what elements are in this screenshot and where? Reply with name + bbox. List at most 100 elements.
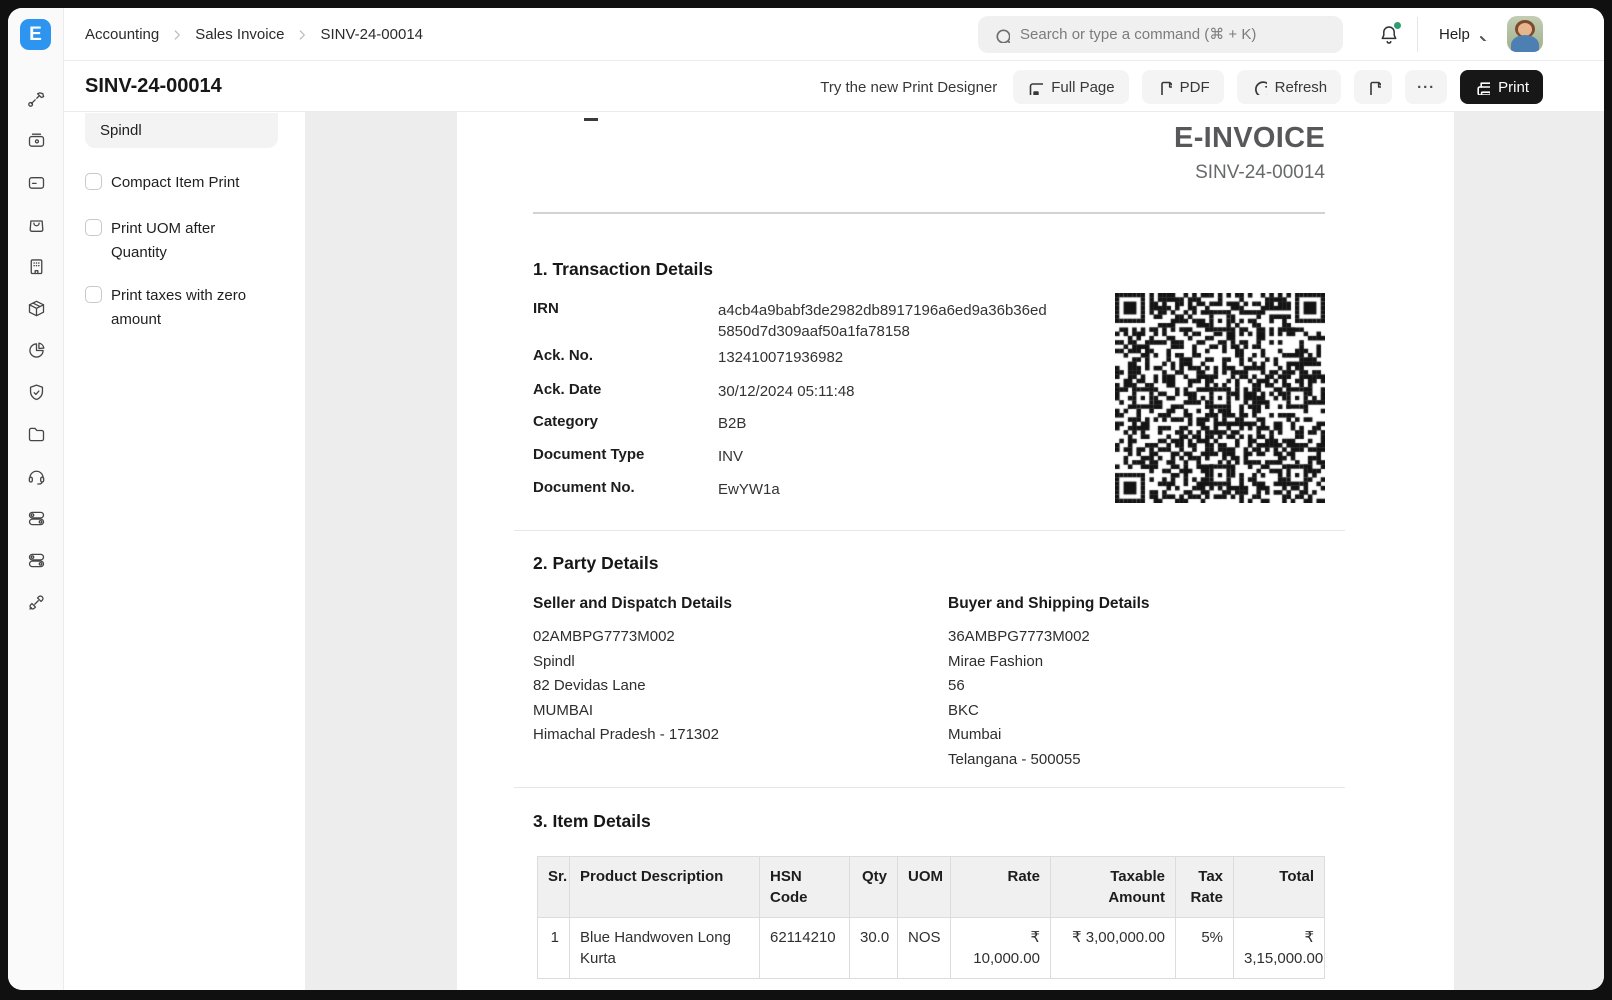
breadcrumb-item[interactable]: Accounting bbox=[85, 26, 159, 43]
seller-address: 02AMBPG7773M002Spindl82 Devidas LaneMUMB… bbox=[533, 625, 893, 748]
card-icon[interactable] bbox=[26, 172, 47, 193]
print-settings-panel: Spindl Compact Item Print Print UOM after… bbox=[64, 112, 305, 990]
search-icon bbox=[993, 26, 1010, 43]
buyer-heading: Buyer and Shipping Details bbox=[948, 595, 1308, 613]
checkbox-label: Print UOM after Quantity bbox=[111, 217, 273, 264]
notifications-button[interactable] bbox=[1377, 23, 1401, 47]
field-label: Document Type bbox=[533, 446, 718, 463]
print-format-select[interactable]: Spindl bbox=[85, 113, 278, 148]
more-options-button[interactable]: ··· bbox=[1405, 70, 1447, 104]
printer-icon bbox=[1474, 79, 1490, 95]
refresh-label: Refresh bbox=[1275, 79, 1328, 96]
user-avatar[interactable] bbox=[1507, 16, 1543, 52]
checkbox[interactable] bbox=[85, 219, 102, 236]
chevron-down-icon bbox=[1475, 28, 1488, 41]
address-line: Spindl bbox=[533, 650, 893, 675]
pie-chart-icon[interactable] bbox=[26, 340, 47, 361]
pdf-label: PDF bbox=[1180, 79, 1210, 96]
print-button[interactable]: Print bbox=[1460, 70, 1543, 104]
cash-register-icon[interactable] bbox=[26, 130, 47, 151]
field-label: Category bbox=[533, 413, 718, 430]
column-header: HSN Code bbox=[760, 857, 850, 918]
shopping-bag-icon[interactable] bbox=[26, 214, 47, 235]
page-actions: Try the new Print Designer Full Page PDF… bbox=[820, 70, 1543, 104]
einvoice-title: E-INVOICE bbox=[1174, 122, 1325, 155]
item-cell: NOS bbox=[898, 918, 951, 979]
checkbox-row: Compact Item Print bbox=[85, 171, 273, 195]
item-cell: ₹ 10,000.00 bbox=[951, 918, 1051, 979]
item-cell: ₹ 3,00,000.00 bbox=[1051, 918, 1176, 979]
field-value: 132410071936982 bbox=[718, 347, 1053, 368]
print-format-value: Spindl bbox=[100, 122, 142, 139]
refresh-button[interactable]: Refresh bbox=[1237, 70, 1342, 104]
checkbox[interactable] bbox=[85, 173, 102, 190]
help-menu[interactable]: Help bbox=[1439, 8, 1488, 61]
headset-icon[interactable] bbox=[26, 466, 47, 487]
seller-heading: Seller and Dispatch Details bbox=[533, 595, 893, 613]
address-line: BKC bbox=[948, 699, 1308, 724]
field-value: INV bbox=[718, 446, 1053, 467]
checkbox-label: Compact Item Print bbox=[111, 171, 273, 195]
letterhead-button[interactable] bbox=[1354, 70, 1392, 104]
column-header: Taxable Amount bbox=[1051, 857, 1176, 918]
address-line: Mumbai bbox=[948, 723, 1308, 748]
column-header: Product Description bbox=[570, 857, 760, 918]
field-value: 30/12/2024 05:11:48 bbox=[718, 381, 1053, 402]
field-value: EwYW1a bbox=[718, 479, 1053, 500]
checkbox-row: Print UOM after Quantity bbox=[85, 217, 273, 264]
search-input[interactable] bbox=[1020, 26, 1320, 43]
print-designer-link[interactable]: Try the new Print Designer bbox=[820, 79, 997, 96]
building-icon[interactable] bbox=[26, 256, 47, 277]
field-label: IRN bbox=[533, 300, 718, 317]
tools-icon[interactable] bbox=[26, 88, 47, 109]
rail-icons bbox=[8, 88, 64, 613]
print-label: Print bbox=[1498, 79, 1529, 96]
full-page-button[interactable]: Full Page bbox=[1013, 70, 1128, 104]
page-header: SINV-24-00014 Try the new Print Designer… bbox=[64, 61, 1604, 112]
avatar-body bbox=[1511, 35, 1539, 52]
item-cell: 62114210 bbox=[760, 918, 850, 979]
item-cell: Blue Handwoven Long Kurta bbox=[570, 918, 760, 979]
breadcrumb-item[interactable]: Sales Invoice bbox=[195, 26, 284, 43]
chevron-right-icon bbox=[170, 28, 184, 42]
section-divider bbox=[514, 530, 1345, 531]
field-value: B2B bbox=[718, 413, 1053, 434]
field-value: a4cb4a9babf3de2982db8917196a6ed9a36b36ed… bbox=[718, 300, 1053, 342]
erpnext-logo[interactable]: E bbox=[20, 19, 51, 50]
einvoice-qr-code bbox=[1115, 293, 1325, 503]
app-window: E Accounting Sales Invoice SINV-24-00014 H… bbox=[8, 8, 1604, 990]
folder-icon[interactable] bbox=[26, 424, 47, 445]
plug-icon[interactable] bbox=[26, 592, 47, 613]
toggles-alt-icon[interactable] bbox=[26, 550, 47, 571]
seller-details: Seller and Dispatch Details 02AMBPG7773M… bbox=[533, 595, 893, 748]
breadcrumb-item[interactable]: SINV-24-00014 bbox=[320, 26, 423, 43]
package-icon[interactable] bbox=[26, 298, 47, 319]
pdf-button[interactable]: PDF bbox=[1142, 70, 1224, 104]
items-table: Sr.Product DescriptionHSN CodeQtyUOMRate… bbox=[537, 856, 1325, 979]
notification-dot bbox=[1394, 22, 1401, 29]
item-row: 1Blue Handwoven Long Kurta6211421030.0NO… bbox=[538, 918, 1325, 979]
file-icon bbox=[1365, 79, 1381, 95]
field-label: Document No. bbox=[533, 479, 718, 496]
help-label: Help bbox=[1439, 26, 1470, 43]
column-header: UOM bbox=[898, 857, 951, 918]
letterhead-fragment bbox=[584, 118, 598, 121]
print-preview-area[interactable]: E-INVOICE SINV-24-00014 1. Transaction D… bbox=[305, 112, 1604, 990]
checkbox-row: Print taxes with zero amount bbox=[85, 284, 273, 331]
breadcrumb: Accounting Sales Invoice SINV-24-00014 bbox=[85, 8, 423, 61]
field-label: Ack. Date bbox=[533, 381, 718, 398]
column-header: Tax Rate bbox=[1176, 857, 1234, 918]
toggles-icon[interactable] bbox=[26, 508, 47, 529]
full-page-label: Full Page bbox=[1051, 79, 1114, 96]
invoice-paper: E-INVOICE SINV-24-00014 1. Transaction D… bbox=[457, 112, 1454, 990]
item-cell: 5% bbox=[1176, 918, 1234, 979]
file-icon bbox=[1156, 79, 1172, 95]
item-cell: 1 bbox=[538, 918, 570, 979]
shield-check-icon[interactable] bbox=[26, 382, 47, 403]
transaction-heading: 1. Transaction Details bbox=[533, 259, 713, 280]
header-rule bbox=[533, 212, 1325, 214]
checkbox[interactable] bbox=[85, 286, 102, 303]
search-bar[interactable] bbox=[978, 16, 1343, 53]
address-line: Himachal Pradesh - 171302 bbox=[533, 723, 893, 748]
address-line: 02AMBPG7773M002 bbox=[533, 625, 893, 650]
